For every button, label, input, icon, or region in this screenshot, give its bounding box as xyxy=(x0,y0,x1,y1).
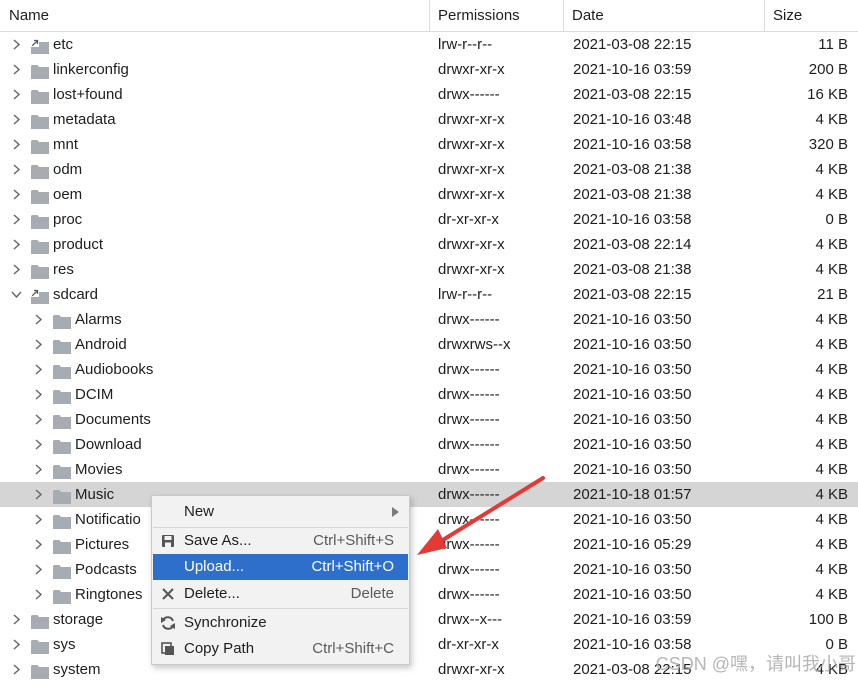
menu-item-save-as-label: Save As... xyxy=(184,532,252,549)
menu-item-copy-path-shortcut: Ctrl+Shift+C xyxy=(312,640,394,657)
save-icon xyxy=(160,533,176,549)
menu-item-synchronize-label: Synchronize xyxy=(184,614,267,631)
menu-item-upload-label: Upload... xyxy=(184,558,245,575)
menu-item-delete-shortcut: Delete xyxy=(350,585,394,602)
menu-item-copy-path[interactable]: Copy Path Ctrl+Shift+C xyxy=(153,636,408,662)
copy-icon xyxy=(160,641,176,657)
submenu-arrow-icon xyxy=(387,504,403,520)
menu-item-delete-label: Delete... xyxy=(184,585,240,602)
sync-icon xyxy=(160,615,176,631)
annotation-arrow xyxy=(417,476,545,555)
menu-item-copy-path-label: Copy Path xyxy=(184,640,255,657)
menu-item-delete[interactable]: Delete... Delete xyxy=(153,581,408,607)
menu-item-upload-shortcut: Ctrl+Shift+O xyxy=(311,558,394,575)
menu-item-upload[interactable]: Upload... Ctrl+Shift+O xyxy=(153,554,408,580)
menu-item-save-as[interactable]: Save As... Ctrl+Shift+S xyxy=(153,528,408,554)
menu-item-new-label: New xyxy=(184,503,215,520)
menu-item-synchronize[interactable]: Synchronize xyxy=(153,610,408,636)
menu-item-save-as-shortcut: Ctrl+Shift+S xyxy=(313,532,394,549)
menu-item-new[interactable]: New xyxy=(153,499,408,525)
close-icon xyxy=(160,586,176,602)
menu-divider xyxy=(153,608,408,609)
context-menu: New Save As... Ctrl+Shift+S Upload... Ct… xyxy=(151,495,410,665)
